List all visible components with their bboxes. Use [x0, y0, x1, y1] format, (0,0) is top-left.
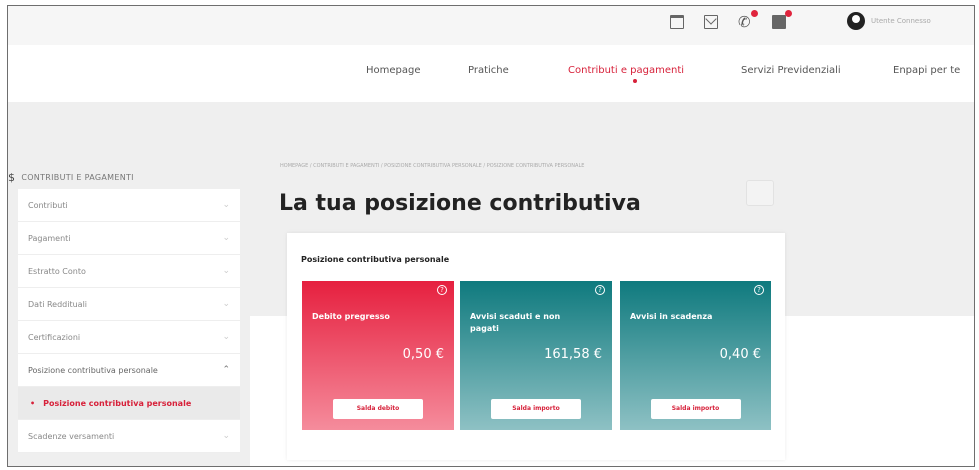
page-title: La tua posizione contributiva: [279, 191, 641, 216]
nav-servizi-previdenziali[interactable]: Servizi Previdenziali: [741, 65, 841, 76]
notification-badge: [785, 10, 792, 17]
bullet-icon: •: [30, 398, 36, 408]
chevron-down-icon: ⌄: [222, 431, 230, 441]
sidebar-item-label: Dati Reddituali: [28, 299, 88, 309]
envelope-icon[interactable]: [772, 10, 792, 29]
sidebar-heading: $ CONTRIBUTI E PAGAMENTI: [8, 171, 134, 184]
nav-enpapi-per-te[interactable]: Enpapi per te: [893, 65, 960, 76]
sidebar-item-pagamenti[interactable]: Pagamenti ⌄: [18, 222, 240, 255]
sidebar-heading-label: CONTRIBUTI E PAGAMENTI: [21, 173, 134, 182]
help-icon[interactable]: ?: [437, 285, 447, 295]
sidebar-item-label: Scadenze versamenti: [28, 431, 115, 441]
tile-label: Avvisi in scadenza: [630, 312, 713, 321]
nav-homepage[interactable]: Homepage: [366, 65, 421, 76]
calendar-icon[interactable]: [670, 15, 684, 29]
nav-pratiche[interactable]: Pratiche: [468, 65, 509, 76]
active-indicator: [633, 79, 637, 83]
chevron-down-icon: ⌄: [222, 332, 230, 342]
sidebar-item-label: Contributi: [28, 200, 68, 210]
help-icon[interactable]: ?: [754, 285, 764, 295]
sidebar-item-estratto-conto[interactable]: Estratto Conto ⌄: [18, 255, 240, 288]
card-title: Posizione contributiva personale: [301, 255, 450, 264]
sidebar-item-certificazioni[interactable]: Certificazioni ⌄: [18, 321, 240, 354]
sidebar-item-label: Posizione contributiva personale: [28, 365, 158, 375]
mail-icon[interactable]: [704, 15, 718, 29]
tile-debito-pregresso: ? Debito pregresso 0,50 € Salda debito: [302, 281, 454, 430]
salda-importo-button[interactable]: Salda importo: [491, 399, 581, 419]
notification-badge: [751, 10, 758, 17]
help-icon[interactable]: ?: [595, 285, 605, 295]
sidebar-item-dati-reddituali[interactable]: Dati Reddituali ⌄: [18, 288, 240, 321]
app-window: ✆ Utente Connesso Homepage Pratiche Cont…: [7, 5, 975, 467]
sidebar-item-label: Pagamenti: [28, 233, 71, 243]
sidebar-item-posizione-contributiva[interactable]: Posizione contributiva personale ⌃: [18, 354, 240, 387]
nav-contributi-pagamenti[interactable]: Contributi e pagamenti: [568, 65, 684, 76]
salda-debito-button[interactable]: Salda debito: [333, 399, 423, 419]
tile-value: 0,50 €: [402, 347, 444, 362]
chevron-down-icon: ⌄: [222, 299, 230, 309]
sidebar-item-contributi[interactable]: Contributi ⌄: [18, 189, 240, 222]
sidebar-subitem-posizione-contributiva[interactable]: • Posizione contributiva personale: [18, 387, 240, 420]
sidebar: Contributi ⌄ Pagamenti ⌄ Estratto Conto ⌄ D…: [18, 189, 240, 453]
sidebar-item-label: Certificazioni: [28, 332, 81, 342]
chevron-up-icon: ⌃: [222, 365, 230, 375]
breadcrumb[interactable]: HOMEPAGE / CONTRIBUTI E PAGAMENTI / POSI…: [280, 163, 584, 169]
tile-label: Debito pregresso: [312, 312, 390, 321]
tile-avvisi-scaduti: ? Avvisi scaduti e non pagati 161,58 € S…: [460, 281, 612, 430]
tile-value: 161,58 €: [544, 347, 602, 362]
top-icons: ✆: [670, 10, 792, 30]
position-card: Posizione contributiva personale ? Debit…: [287, 233, 785, 460]
top-bar: ✆ Utente Connesso: [8, 6, 974, 45]
sidebar-item-label: Estratto Conto: [28, 266, 86, 276]
tile-avvisi-in-scadenza: ? Avvisi in scadenza 0,40 € Salda import…: [620, 281, 771, 430]
tile-label: Avvisi scaduti e non pagati: [470, 312, 561, 333]
action-button[interactable]: [746, 180, 774, 206]
chevron-down-icon: ⌄: [222, 233, 230, 243]
chevron-down-icon: ⌄: [222, 266, 230, 276]
phone-icon[interactable]: ✆: [738, 10, 758, 30]
user-menu[interactable]: Utente Connesso: [847, 12, 931, 30]
tile-value: 0,40 €: [719, 347, 761, 362]
avatar: [847, 12, 865, 30]
salda-importo-button[interactable]: Salda importo: [650, 399, 741, 419]
dollar-icon: $: [8, 171, 16, 184]
chevron-down-icon: ⌄: [222, 200, 230, 210]
sidebar-item-scadenze-versamenti[interactable]: Scadenze versamenti ⌄: [18, 420, 240, 453]
main-nav: Homepage Pratiche Contributi e pagamenti…: [8, 45, 974, 102]
sidebar-subitem-label: Posizione contributiva personale: [43, 398, 192, 408]
username: Utente Connesso: [871, 17, 931, 25]
